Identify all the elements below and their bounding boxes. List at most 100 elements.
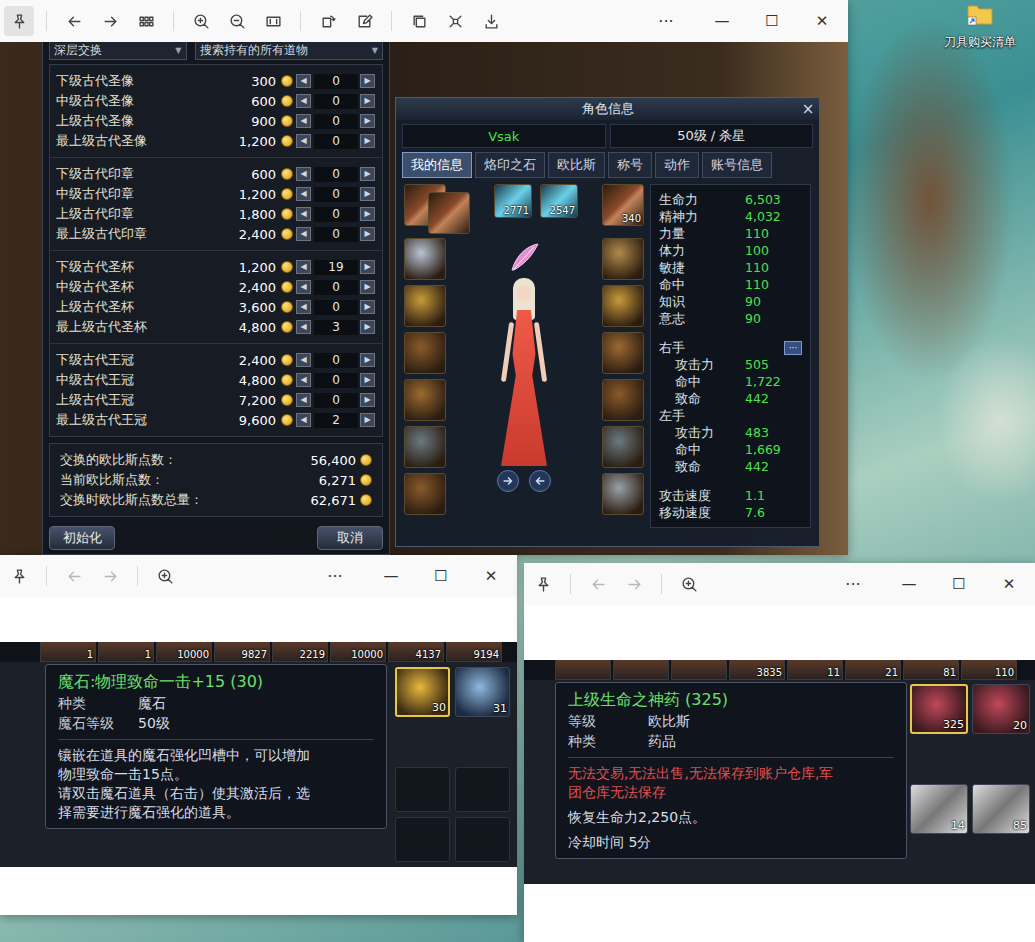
inventory-slot[interactable]: 1 (98, 642, 154, 662)
increase-button[interactable]: ▶ (360, 300, 375, 314)
more-button[interactable]: ··· (307, 561, 363, 591)
quantity-field[interactable]: 0 (314, 187, 358, 202)
forward-button[interactable] (95, 6, 125, 36)
quantity-field[interactable]: 2 (314, 413, 358, 428)
minimize-button[interactable]: — (887, 569, 931, 599)
increase-button[interactable]: ▶ (360, 280, 375, 294)
more-button[interactable]: ··· (638, 6, 694, 36)
equipment-slot[interactable] (602, 238, 644, 280)
tab[interactable]: 欧比斯 (548, 152, 605, 178)
quantity-field[interactable]: 0 (314, 94, 358, 109)
back-button[interactable] (59, 6, 89, 36)
bag-slot[interactable]: 85 (972, 784, 1030, 834)
decrease-button[interactable]: ◀ (296, 260, 311, 274)
decrease-button[interactable]: ◀ (296, 227, 311, 241)
equipment-slot[interactable] (428, 192, 470, 234)
back-button[interactable] (59, 561, 89, 591)
equipment-slot[interactable] (404, 238, 446, 280)
bag-slot[interactable]: 14 (910, 784, 968, 834)
maximize-button[interactable]: ☐ (419, 561, 463, 591)
equipment-slot[interactable] (602, 285, 644, 327)
increase-button[interactable]: ▶ (360, 207, 375, 221)
tab[interactable]: 动作 (655, 152, 699, 178)
decrease-button[interactable]: ◀ (296, 207, 311, 221)
panel-button[interactable]: 初始化 (49, 526, 115, 550)
equipment-slot[interactable] (404, 473, 446, 515)
increase-button[interactable]: ▶ (360, 167, 375, 181)
equipment-slot[interactable] (404, 332, 446, 374)
quantity-field[interactable]: 3 (314, 320, 358, 335)
equipment-slot[interactable]: 340 (602, 184, 644, 226)
quantity-field[interactable]: 0 (314, 300, 358, 315)
increase-button[interactable]: ▶ (360, 187, 375, 201)
mode-dropdown[interactable]: 深层交换▼ (49, 42, 187, 60)
minimize-button[interactable]: — (369, 561, 413, 591)
inventory-slot[interactable]: 10000 (330, 642, 386, 662)
tab[interactable]: 我的信息 (402, 152, 472, 178)
empty-slot[interactable] (395, 817, 450, 862)
bag-slot[interactable]: 325 (910, 684, 968, 734)
increase-button[interactable]: ▶ (360, 353, 375, 367)
increase-button[interactable]: ▶ (360, 74, 375, 88)
minimize-button[interactable]: — (700, 6, 744, 36)
equipment-slot[interactable] (404, 426, 446, 468)
fit-button[interactable] (258, 6, 288, 36)
close-button[interactable]: ✕ (469, 561, 513, 591)
grid-button[interactable] (131, 6, 161, 36)
empty-slot[interactable] (395, 767, 450, 812)
rotate-left-button[interactable] (529, 470, 551, 492)
inventory-slot[interactable]: 2219 (272, 642, 328, 662)
inventory-slot[interactable]: 10000 (156, 642, 212, 662)
inventory-slot[interactable] (555, 660, 611, 680)
quantity-field[interactable]: 0 (314, 167, 358, 182)
equipment-slot[interactable] (602, 332, 644, 374)
increase-button[interactable]: ▶ (360, 94, 375, 108)
quantity-field[interactable]: 0 (314, 280, 358, 295)
inventory-slot[interactable]: 110 (961, 660, 1017, 680)
decrease-button[interactable]: ◀ (296, 114, 311, 128)
inventory-slot[interactable]: 9827 (214, 642, 270, 662)
close-button[interactable]: ✕ (987, 569, 1031, 599)
ammo-slot[interactable]: 2771 (494, 184, 532, 218)
increase-button[interactable]: ▶ (360, 373, 375, 387)
tab[interactable]: 烙印之石 (475, 152, 545, 178)
quantity-field[interactable]: 0 (314, 393, 358, 408)
tab[interactable]: 账号信息 (702, 152, 772, 178)
increase-button[interactable]: ▶ (360, 227, 375, 241)
decrease-button[interactable]: ◀ (296, 413, 311, 427)
decrease-button[interactable]: ◀ (296, 187, 311, 201)
quantity-field[interactable]: 0 (314, 353, 358, 368)
inventory-slot[interactable]: 21 (845, 660, 901, 680)
back-button[interactable] (583, 569, 613, 599)
decrease-button[interactable]: ◀ (296, 74, 311, 88)
panel-close-button[interactable]: × (797, 100, 819, 118)
pin-button[interactable] (528, 569, 558, 599)
close-button[interactable]: ✕ (800, 6, 844, 36)
zoom-out-button[interactable] (222, 6, 252, 36)
rotate-right-button[interactable] (497, 470, 519, 492)
decrease-button[interactable]: ◀ (296, 320, 311, 334)
quantity-field[interactable]: 0 (314, 227, 358, 242)
quantity-field[interactable]: 0 (314, 114, 358, 129)
filter-dropdown[interactable]: 搜索持有的所有道物▼ (195, 42, 384, 60)
panel-button[interactable]: 取消 (317, 526, 383, 550)
increase-button[interactable]: ▶ (360, 320, 375, 334)
quantity-field[interactable]: 0 (314, 134, 358, 149)
decrease-button[interactable]: ◀ (296, 300, 311, 314)
pin-button[interactable] (4, 6, 34, 36)
increase-button[interactable]: ▶ (360, 413, 375, 427)
edit-button[interactable] (349, 6, 379, 36)
increase-button[interactable]: ▶ (360, 114, 375, 128)
decrease-button[interactable]: ◀ (296, 167, 311, 181)
quantity-field[interactable]: 0 (314, 373, 358, 388)
empty-slot[interactable] (455, 817, 510, 862)
pin-button[interactable] (4, 561, 34, 591)
equipment-slot[interactable] (404, 285, 446, 327)
inventory-slot[interactable]: 81 (903, 660, 959, 680)
rotate-button[interactable] (313, 6, 343, 36)
quantity-field[interactable]: 0 (314, 207, 358, 222)
crop-button[interactable] (440, 6, 470, 36)
ammo-slot[interactable]: 2547 (540, 184, 578, 218)
zoom-in-button[interactable] (150, 561, 180, 591)
save-button[interactable] (476, 6, 506, 36)
